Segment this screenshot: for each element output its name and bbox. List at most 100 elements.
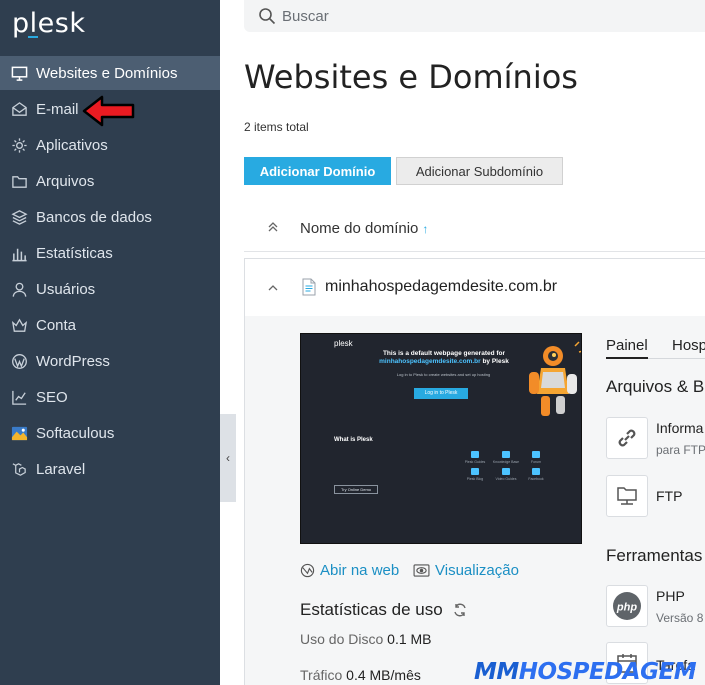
open-web-link[interactable]: Abir na web [300,562,399,579]
sidebar-item-label: Softaculous [36,424,115,442]
top-search-bar [244,0,705,32]
search-input[interactable] [282,4,582,28]
monitor-icon [0,65,36,82]
files-section-title: Arquivos & B [606,377,705,396]
tab-painel[interactable]: Painel [606,337,648,359]
bar-chart-icon [0,245,36,262]
sidebar-item-websites[interactable]: Websites e Domínios [0,56,220,90]
robot-illustration [529,341,581,416]
tab-hospedagem[interactable]: Hosp [672,337,705,354]
sidebar-item-bancos[interactable]: Bancos de dados [0,200,220,234]
page-title: Websites e Domínios [244,58,578,96]
sidebar-item-laravel[interactable]: Laravel [0,452,220,486]
preview-logo: plesk [334,339,353,348]
crown-icon [0,317,36,334]
search-icon [259,8,276,25]
preview-link[interactable]: Visualização [413,562,519,579]
collapse-row-icon[interactable] [266,281,280,295]
preview-feature-label: Plesk Guides [464,460,486,464]
traffic-usage: Tráfico 0.4 MB/mês [300,667,421,683]
eye-preview-icon [413,564,430,577]
tool-php-sub: Versão 8 [656,611,704,625]
sidebar-item-label: Usuários [36,280,96,298]
sidebar-item-softaculous[interactable]: Softaculous [0,416,220,450]
preview-feature-icon [471,468,479,475]
sidebar-item-label: Websites e Domínios [36,64,178,82]
sidebar-item-seo[interactable]: SEO [0,380,220,414]
seo-chart-icon [0,389,36,406]
preview-feature-icon [532,451,540,458]
usage-stats-title: Estatísticas de uso [300,600,443,619]
preview-login-button: Log in to Plesk [414,388,468,399]
sidebar-item-conta[interactable]: Conta [0,308,220,342]
items-total: 2 items total [244,120,309,134]
sidebar-item-label: Bancos de dados [36,208,152,226]
sidebar-item-label: Laravel [36,460,86,478]
chevron-left-icon: ‹ [226,451,230,465]
tools-section-title: Ferramentas [606,546,703,565]
preview-feature-label: Plesk Blog [466,477,484,481]
traffic-value: 0.4 MB/mês [346,667,421,683]
preview-feature-icon [502,451,510,458]
sidebar-item-label: E-mail [36,100,79,118]
sidebar-item-wordpress[interactable]: WordPress [0,344,220,378]
domain-row[interactable]: minhahospedagemdesite.com.br [244,258,705,316]
tool-ftp-info-name[interactable]: Informa [656,420,703,436]
add-domain-button[interactable]: Adicionar Domínio [244,157,391,185]
website-preview-thumbnail[interactable]: plesk This is a default webpage generate… [300,333,582,544]
sidebar-item-label: SEO [36,388,68,406]
ftp-folder-icon [617,487,637,505]
folder-icon [0,173,36,190]
sidebar-collapse-handle[interactable]: ‹ [220,414,236,502]
watermark-part1: MM [474,658,519,685]
tool-php-name[interactable]: PHP [656,588,685,604]
preview-what-is: What is Plesk [334,437,373,443]
add-subdomain-button[interactable]: Adicionar Subdomínio [396,157,563,185]
user-icon [0,281,36,298]
sidebar-item-label: WordPress [36,352,110,370]
database-icon [0,209,36,226]
column-domain-name[interactable]: Nome do domínio ↑ [300,220,428,237]
preview-feature-label: Video Guides [495,477,517,481]
preview-feature-label: Facebook [528,477,544,481]
envelope-icon [0,101,36,118]
sidebar-item-usuarios[interactable]: Usuários [0,272,220,306]
sidebar-item-label: Aplicativos [36,136,108,154]
plesk-logo[interactable]: plesk [12,8,85,39]
disk-usage: Uso do Disco 0.1 MB [300,631,432,647]
wordpress-icon [0,353,36,370]
disk-usage-value: 0.1 MB [387,631,432,647]
preview-feature-icon [471,451,479,458]
link-icon [618,429,636,447]
refresh-icon[interactable] [452,602,468,618]
domain-name-link[interactable]: minhahospedagemdesite.com.br [325,278,557,296]
preview-title-line1: This is a default webpage generated for [382,350,506,357]
tool-php[interactable]: php [606,585,648,627]
mmhospedagem-watermark-logo: MM HOSPEDAGEM [474,658,705,685]
laravel-icon [0,461,36,478]
tool-ftp-info-sub: para FTP [656,443,705,457]
watermark-part2: HOSPEDAGEM [518,658,697,685]
tool-ftp-name[interactable]: FTP [656,488,682,504]
globe-icon [300,563,315,578]
preview-feature-icon [502,468,510,475]
sidebar-item-arquivos[interactable]: Arquivos [0,164,220,198]
softaculous-icon [0,425,36,442]
sort-asc-icon: ↑ [422,222,429,236]
sidebar-item-label: Arquivos [36,172,95,190]
disk-usage-label: Uso do Disco [300,631,384,647]
sidebar-item-label: Conta [36,316,77,334]
preview-title-domain: minhahospedagemdesite.com.br [379,358,481,365]
sidebar-item-aplicativos[interactable]: Aplicativos [0,128,220,162]
svg-text:php: php [616,602,637,614]
preview-feature-icon [532,468,540,475]
tool-ftp-info[interactable] [606,417,648,459]
php-icon: php [613,592,641,620]
tool-ftp[interactable] [606,475,648,517]
preview-title-line2: by Plesk [482,358,509,365]
sidebar-item-estatisticas[interactable]: Estatísticas [0,236,220,270]
expand-all-icon[interactable] [266,220,280,234]
domain-tabs: Painel Hosp [606,337,705,359]
traffic-label: Tráfico [300,667,343,683]
preview-feature-label: Knowledge Base [492,460,520,464]
